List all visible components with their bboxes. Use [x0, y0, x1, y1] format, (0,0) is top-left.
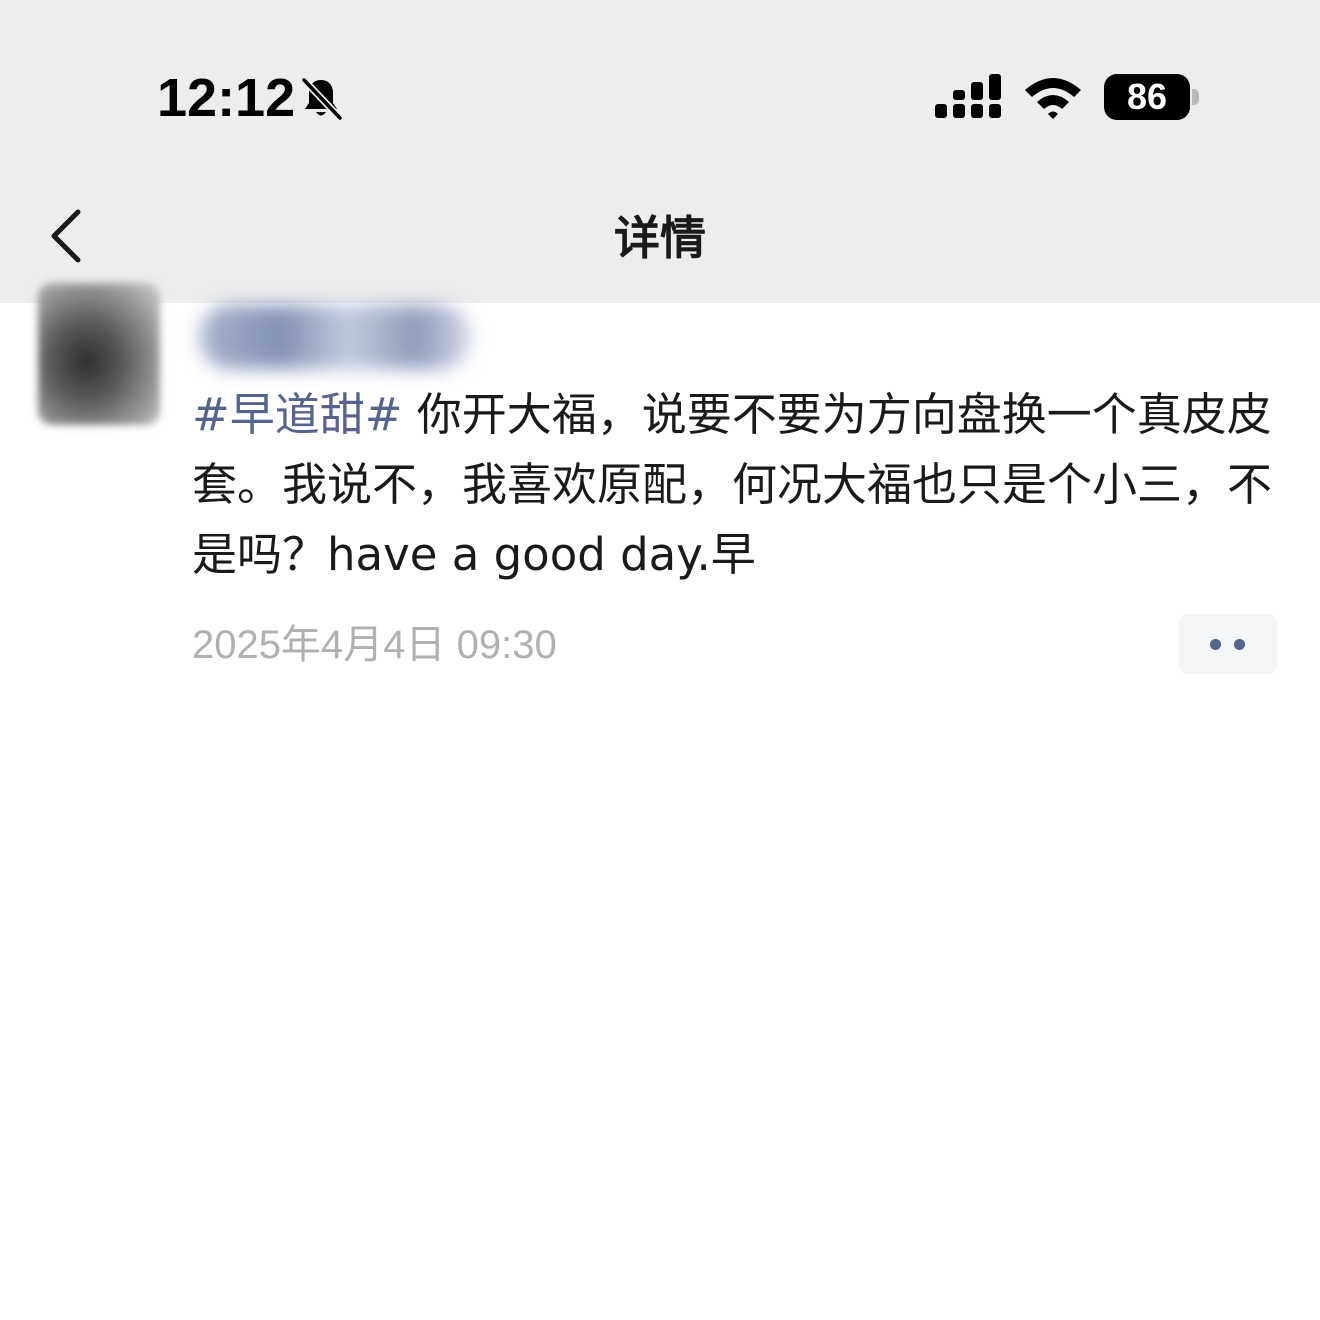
username[interactable]	[200, 305, 470, 369]
post-timestamp: 2025年4月4日 09:30	[192, 623, 557, 667]
battery-level: 86	[1126, 76, 1168, 117]
avatar[interactable]	[38, 283, 160, 425]
cellular-signal-icon	[935, 74, 1001, 118]
hashtag-link[interactable]: #早道甜#	[192, 388, 402, 441]
battery-icon: 86	[1104, 74, 1200, 120]
post-text: #早道甜# 你开大福，说要不要为方向盘换一个真皮皮套。我说不，我喜欢原配，何况大…	[192, 380, 1287, 590]
more-dots-icon[interactable]	[1179, 614, 1277, 674]
status-time: 12:12	[157, 68, 296, 128]
wifi-icon	[1025, 78, 1081, 119]
page-title: 详情	[614, 211, 706, 265]
bell-slash-icon	[301, 77, 343, 121]
